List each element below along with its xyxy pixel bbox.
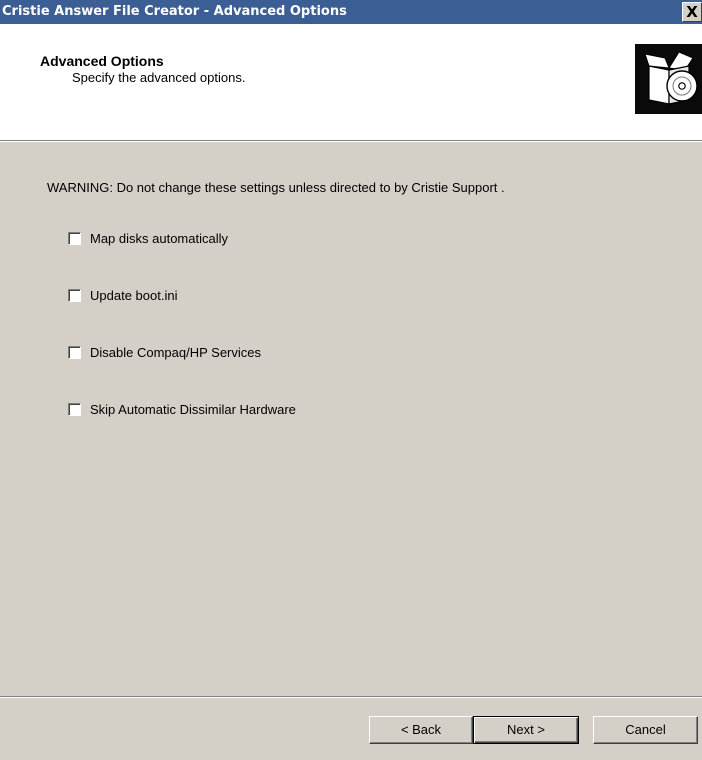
window-titlebar[interactable]: Cristie Answer File Creator - Advanced O…: [0, 0, 702, 24]
option-skip-dissimilar-hardware[interactable]: Skip Automatic Dissimilar Hardware: [68, 401, 296, 417]
update-boot-ini-label: Update boot.ini: [90, 287, 178, 303]
skip-dissimilar-hardware-checkbox[interactable]: [68, 402, 81, 416]
page-subtitle: Specify the advanced options.: [72, 70, 246, 85]
cancel-button[interactable]: Cancel: [593, 716, 698, 744]
footer-separator: [0, 696, 702, 698]
page-title: Advanced Options: [40, 53, 164, 69]
option-map-disks[interactable]: Map disks automatically: [68, 230, 228, 246]
update-boot-ini-checkbox[interactable]: [68, 288, 81, 302]
back-button[interactable]: < Back: [369, 716, 473, 744]
close-button[interactable]: X: [682, 2, 702, 22]
option-disable-compaq-hp[interactable]: Disable Compaq/HP Services: [68, 344, 261, 360]
skip-dissimilar-hardware-label: Skip Automatic Dissimilar Hardware: [90, 401, 296, 417]
next-button[interactable]: Next >: [473, 716, 579, 744]
warning-text: WARNING: Do not change these settings un…: [47, 180, 505, 195]
close-icon: X: [686, 3, 698, 21]
map-disks-label: Map disks automatically: [90, 230, 228, 246]
map-disks-checkbox[interactable]: [68, 231, 81, 245]
header-separator: [0, 140, 702, 142]
disable-compaq-hp-checkbox[interactable]: [68, 345, 81, 359]
option-update-boot-ini[interactable]: Update boot.ini: [68, 287, 177, 303]
disable-compaq-hp-label: Disable Compaq/HP Services: [90, 344, 261, 360]
wizard-header: Advanced Options Specify the advanced op…: [0, 24, 702, 140]
window-title: Cristie Answer File Creator - Advanced O…: [2, 4, 347, 19]
box-with-cd-icon: [635, 44, 702, 114]
